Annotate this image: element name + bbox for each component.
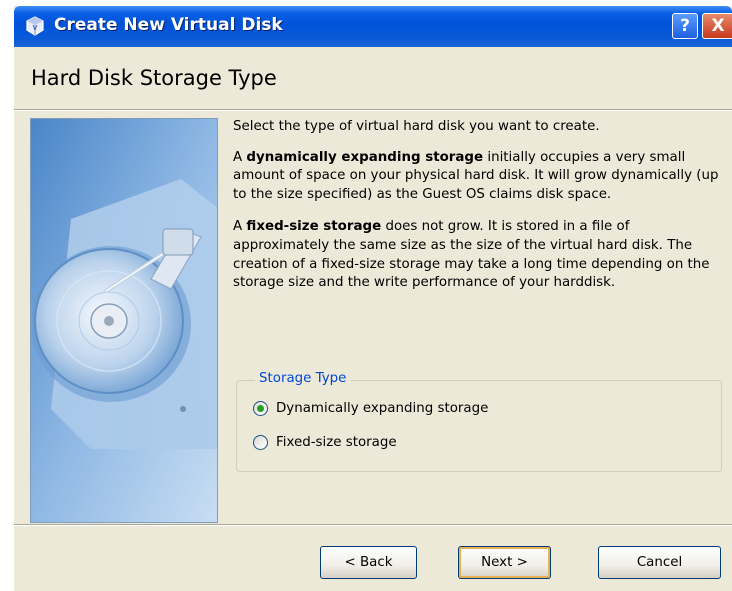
radio-selected-icon[interactable]	[253, 401, 268, 416]
svg-text:V: V	[33, 24, 38, 32]
virtualbox-cube-icon: V	[26, 16, 44, 36]
intro-text: Select the type of virtual hard disk you…	[233, 119, 600, 134]
radio-fixed-storage[interactable]: Fixed-size storage	[253, 435, 397, 450]
fixed-description: A fixed-size storage does not grow. It i…	[233, 218, 723, 292]
close-button[interactable]: X	[702, 13, 732, 39]
description: Select the type of virtual hard disk you…	[233, 118, 723, 307]
back-button[interactable]: < Back	[320, 546, 417, 579]
radio-dot-icon	[257, 405, 264, 412]
dynamic-description: A dynamically expanding storage initiall…	[233, 149, 723, 205]
dialog-window: V Create New Virtual Disk ? X Hard Disk …	[14, 6, 732, 591]
radio-dynamic-storage[interactable]: Dynamically expanding storage	[253, 401, 488, 416]
header-band: Hard Disk Storage Type	[14, 47, 732, 109]
next-button[interactable]: Next >	[458, 546, 551, 579]
dynamic-term: dynamically expanding storage	[246, 149, 484, 165]
storage-type-group: Storage Type Dynamically expanding stora…	[236, 371, 722, 472]
header-separator	[14, 109, 732, 111]
hard-disk-icon	[31, 119, 217, 522]
title-bar[interactable]: V Create New Virtual Disk ? X	[14, 6, 732, 47]
fixed-term: fixed-size storage	[246, 219, 382, 235]
window-title: Create New Virtual Disk	[54, 15, 283, 35]
hard-disk-illustration	[30, 118, 218, 523]
page-title: Hard Disk Storage Type	[31, 66, 277, 90]
dynamic-prefix: A	[233, 149, 247, 165]
help-button[interactable]: ?	[672, 13, 698, 39]
fixed-prefix: A	[233, 219, 247, 235]
cancel-button[interactable]: Cancel	[598, 546, 721, 579]
radio-unselected-icon[interactable]	[253, 435, 268, 450]
storage-type-title: Storage Type	[255, 371, 351, 386]
radio-fixed-label[interactable]: Fixed-size storage	[276, 435, 397, 450]
footer-separator	[14, 524, 732, 526]
radio-dynamic-label[interactable]: Dynamically expanding storage	[276, 401, 488, 416]
